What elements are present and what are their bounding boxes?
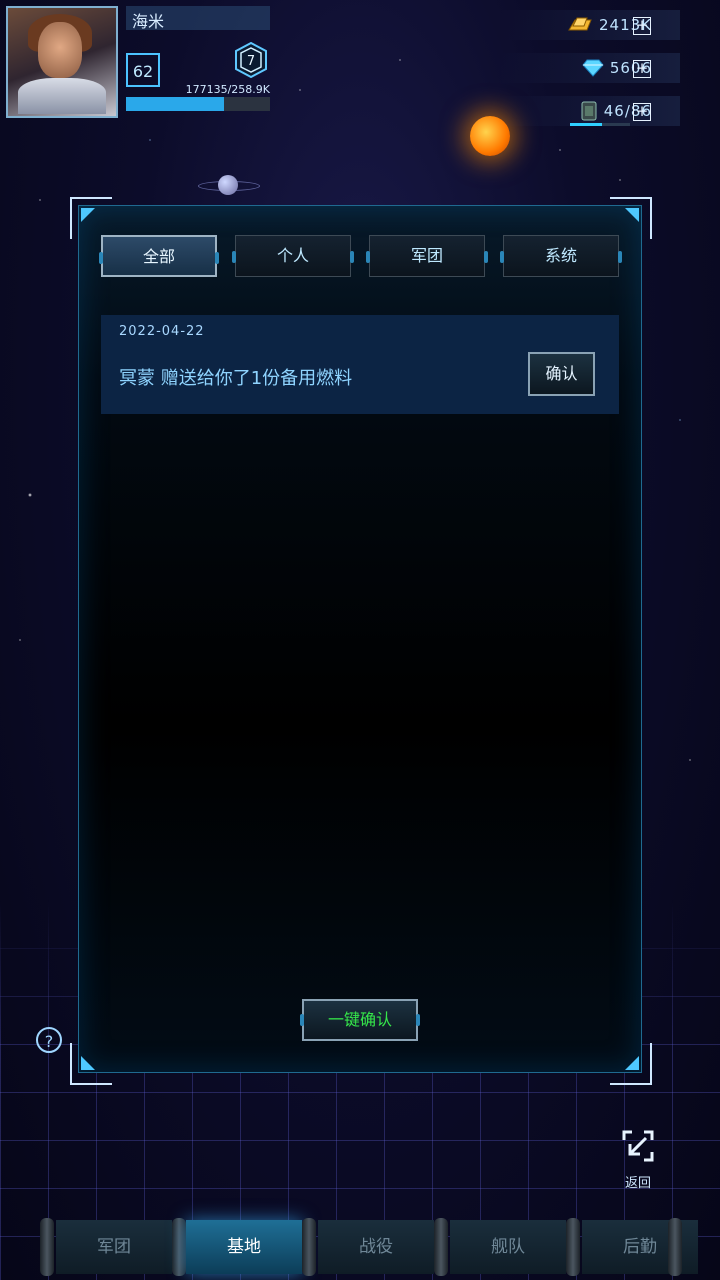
player-name: 海米 — [132, 12, 165, 31]
ringed-planet — [218, 175, 238, 195]
experience-text: 177135/258.9K — [185, 83, 270, 96]
tab-label: 军团 — [410, 246, 443, 265]
tab-label: 个人 — [276, 246, 309, 265]
nav-item-base[interactable]: 基地 — [186, 1220, 302, 1274]
return-arrow-icon — [622, 1130, 654, 1162]
tab-nub — [484, 251, 488, 263]
corner-accent-icon — [81, 1056, 95, 1070]
back-label: 返回 — [624, 1176, 651, 1191]
confirm-all-label: 一键确认 — [327, 1010, 392, 1029]
confirm-button[interactable]: 确认 — [528, 352, 595, 396]
nav-divider — [566, 1218, 580, 1276]
confirm-all-button[interactable]: 一键确认 — [300, 999, 420, 1041]
corner-accent-icon — [625, 208, 639, 222]
mail-message: 2022-04-22 冥蒙 赠送给你了1份备用燃料 确认 — [101, 315, 619, 414]
tab-nub — [215, 252, 219, 264]
tab-nub — [99, 252, 103, 264]
experience-bar — [126, 97, 270, 111]
add-gold-button[interactable]: + — [633, 17, 651, 35]
nav-item-campaign[interactable]: 战役 — [318, 1220, 434, 1274]
tab-nub — [366, 251, 370, 263]
button-nub — [300, 1014, 304, 1026]
tab-all[interactable]: 全部 — [99, 235, 219, 277]
message-date: 2022-04-22 — [119, 324, 205, 339]
experience-bar-fill — [126, 97, 224, 111]
nav-divider — [302, 1218, 316, 1276]
add-fuel-button[interactable]: + — [633, 103, 651, 121]
player-avatar[interactable] — [6, 6, 118, 118]
nav-divider — [40, 1218, 54, 1276]
tab-nub — [350, 251, 354, 263]
nav-item-fleet[interactable]: 舰队 — [450, 1220, 566, 1274]
tab-nub — [232, 251, 236, 263]
corner-accent-icon — [81, 208, 95, 222]
help-icon[interactable]: ? — [36, 1027, 62, 1053]
tab-label: 系统 — [544, 246, 577, 265]
rank-number: 7 — [247, 54, 255, 69]
fuel-barrel-icon — [581, 101, 597, 121]
button-nub — [416, 1014, 420, 1026]
player-level: 62 — [126, 53, 160, 87]
tab-legion[interactable]: 军团 — [366, 235, 488, 277]
fuel-bar-fill — [570, 123, 602, 126]
tab-label: 全部 — [142, 247, 175, 266]
avatar-suit — [18, 78, 106, 114]
tab-nub — [618, 251, 622, 263]
fuel-bar — [570, 123, 630, 126]
nav-item-legion[interactable]: 军团 — [56, 1220, 172, 1274]
rank-badge-icon: 7 — [235, 42, 267, 78]
corner-accent-icon — [625, 1056, 639, 1070]
nav-divider — [434, 1218, 448, 1276]
tab-personal[interactable]: 个人 — [232, 235, 354, 277]
diamond-icon — [582, 59, 604, 77]
message-text: 冥蒙 赠送给你了1份备用燃料 — [119, 368, 353, 389]
nav-divider — [668, 1218, 682, 1276]
tab-system[interactable]: 系统 — [500, 235, 622, 277]
nav-divider — [172, 1218, 186, 1276]
bottom-nav: 军团 基地 战役 舰队 后勤 — [0, 1210, 720, 1280]
tab-nub — [500, 251, 504, 263]
add-diamond-button[interactable]: + — [633, 60, 651, 78]
gold-bars-icon — [568, 17, 592, 31]
back-button[interactable]: 返回 — [618, 1128, 658, 1191]
avatar-face — [38, 22, 82, 78]
